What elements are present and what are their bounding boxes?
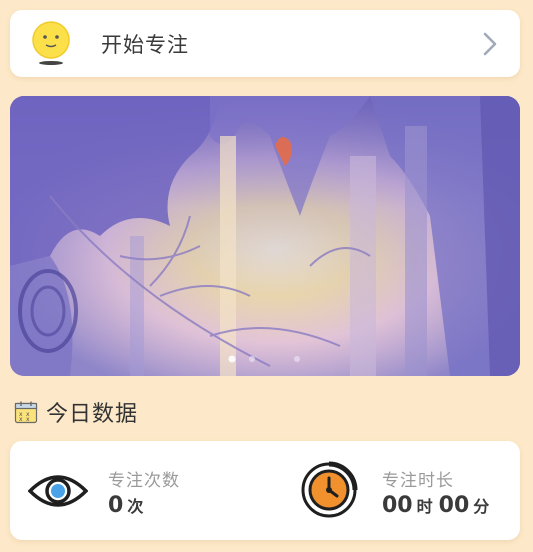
focus-minutes-number: 00: [438, 493, 470, 518]
start-focus-button[interactable]: 开始专注: [10, 10, 520, 77]
banner-dot-active: [228, 355, 236, 363]
chevron-right-icon: [483, 32, 497, 56]
focus-count-number: 0: [108, 493, 124, 518]
sun-face-icon: [32, 21, 70, 65]
focus-count-unit: 次: [127, 497, 144, 516]
banner-dot: [294, 356, 300, 362]
today-data-title: 今日数据: [46, 402, 139, 427]
forest-painting-banner[interactable]: [10, 96, 520, 376]
calendar-icon: x x x x: [14, 401, 38, 424]
focus-count-stat: 专注次数 0次: [28, 441, 258, 540]
svg-text:x: x: [19, 416, 23, 423]
focus-duration-label: 专注时长: [382, 471, 454, 491]
svg-text:x: x: [26, 416, 30, 423]
forest-painting-image: [10, 96, 520, 376]
focus-duration-stat: 专注时长 00 时 00 分: [300, 441, 510, 540]
today-data-header: x x x x 今日数据: [14, 396, 138, 428]
focus-count-value: 0次: [108, 493, 149, 518]
focus-duration-value: 00 时 00 分: [382, 493, 495, 518]
banner-dot: [249, 356, 255, 362]
focus-count-label: 专注次数: [108, 471, 180, 491]
focus-hours-unit: 时: [416, 497, 433, 516]
today-stats-card: 专注次数 0次 专注时长 00 时 00 分: [10, 441, 520, 540]
timer-icon: [301, 461, 358, 518]
focus-minutes-unit: 分: [473, 497, 490, 516]
eye-icon: [28, 475, 88, 507]
focus-hours-number: 00: [382, 493, 413, 518]
start-focus-label: 开始专注: [101, 33, 189, 57]
focus-home-page: 开始专注 x x x x 今日数据 专注次数 0 次 专注时长 00 时 00 …: [0, 0, 533, 552]
